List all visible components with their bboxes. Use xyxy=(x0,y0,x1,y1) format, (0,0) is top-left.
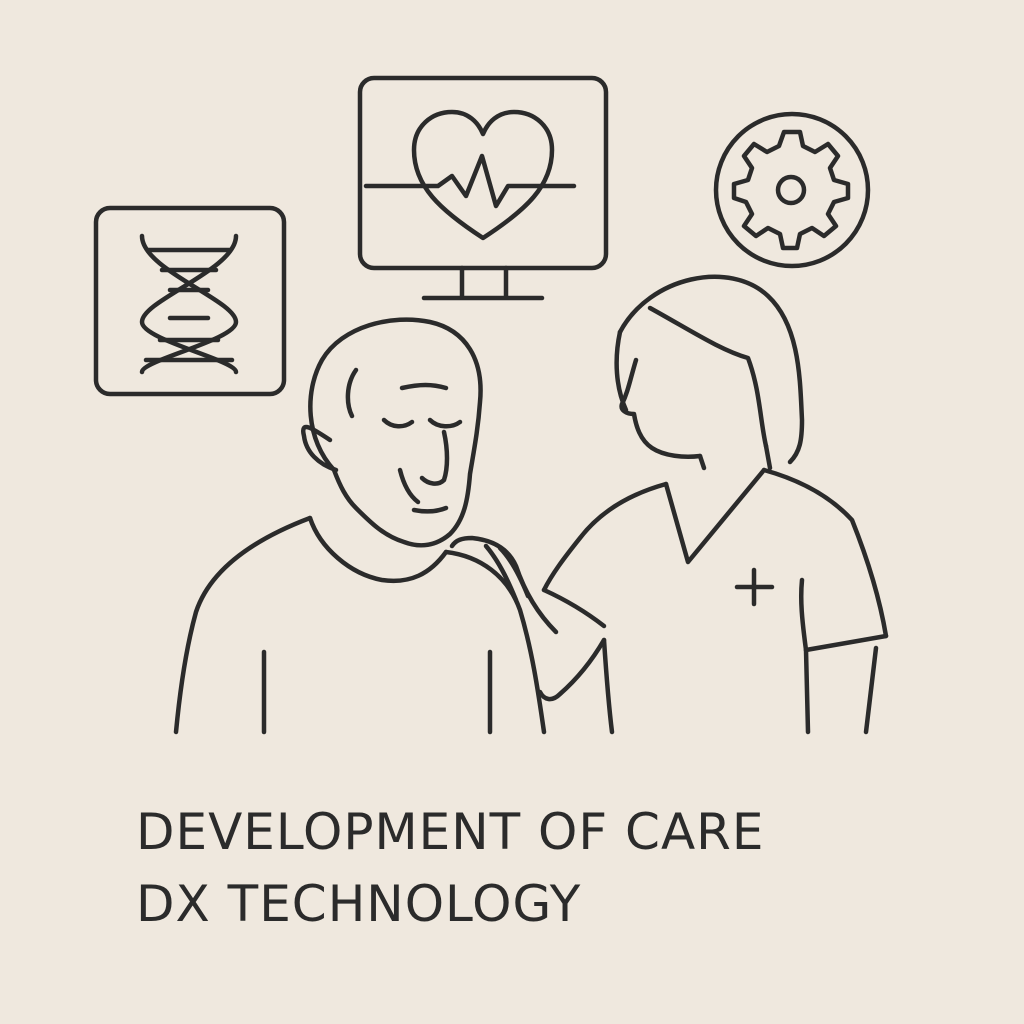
nurse xyxy=(449,274,889,735)
heart-monitor-icon xyxy=(357,75,609,301)
caption-line-2: DX TECHNOLOGY xyxy=(136,875,582,933)
elderly-man xyxy=(173,317,547,735)
caption: DEVELOPMENT OF CARE DX TECHNOLOGY xyxy=(136,796,956,940)
dna-icon xyxy=(93,205,287,397)
gear-icon xyxy=(713,111,871,269)
medical-cross-icon xyxy=(734,567,775,607)
caption-line-1: DEVELOPMENT OF CARE xyxy=(136,803,765,861)
